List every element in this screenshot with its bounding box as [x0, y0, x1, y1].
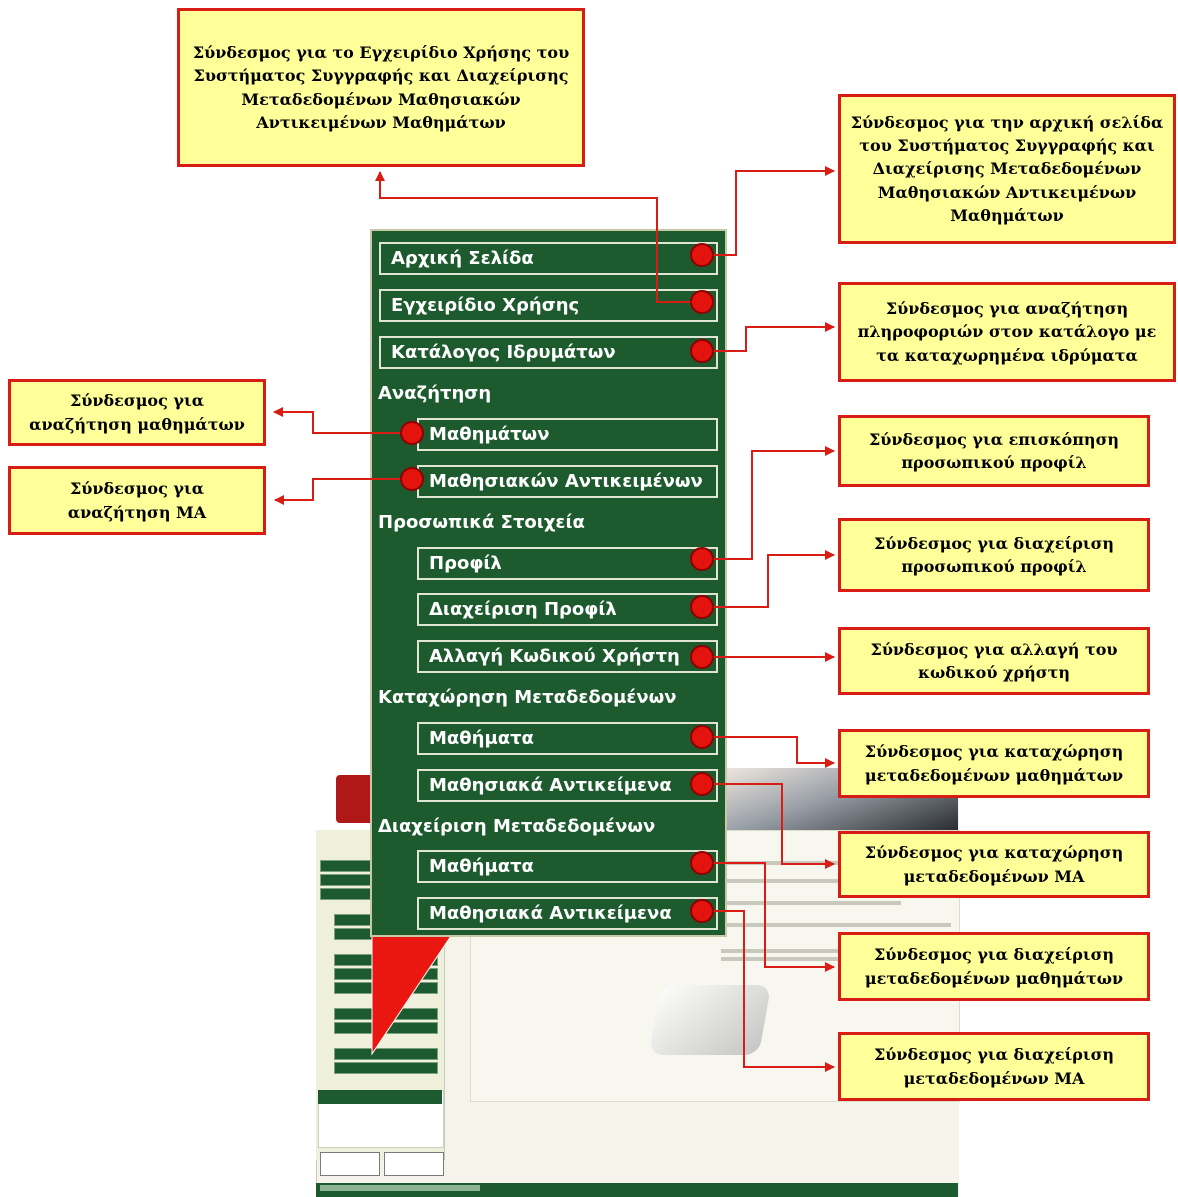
- marker-dot-register-courses: [690, 725, 714, 749]
- callout-catalog: Σύνδεσμος για αναζήτηση πληροφοριών στον…: [838, 282, 1176, 382]
- callout-register-courses: Σύνδεσμος για καταχώρηση μεταδεδομένων μ…: [838, 729, 1150, 798]
- marker-dot-home: [690, 243, 714, 267]
- marker-dot-profile: [690, 547, 714, 571]
- callout-profile: Σύνδεσμος για επισκόπηση προσωπικού προφ…: [838, 415, 1150, 487]
- marker-dot-profile-manage: [690, 595, 714, 619]
- marker-dot-manage-courses: [690, 851, 714, 875]
- callout-manual: Σύνδεσμος για το Εγχειρίδιο Χρήσης του Σ…: [177, 8, 585, 167]
- marker-dot-search-courses: [400, 421, 424, 445]
- callout-search-courses: Σύνδεσμος για αναζήτηση μαθημάτων: [8, 379, 266, 446]
- callout-register-objects: Σύνδεσμος για καταχώρηση μεταδεδομένων Μ…: [838, 831, 1150, 898]
- callout-home: Σύνδεσμος για την αρχική σελίδα του Συστ…: [838, 94, 1176, 244]
- callout-password-change: Σύνδεσμος για αλλαγή του κωδικού χρήστη: [838, 627, 1150, 695]
- callout-search-objects: Σύνδεσμος για αναζήτηση ΜΑ: [8, 466, 266, 535]
- callout-manage-courses: Σύνδεσμος για διαχείριση μεταδεδομένων μ…: [838, 932, 1150, 1001]
- callout-manage-objects: Σύνδεσμος για διαχείριση μεταδεδομένων Μ…: [838, 1032, 1150, 1101]
- marker-dot-password-change: [690, 645, 714, 669]
- marker-dot-manual: [690, 290, 714, 314]
- callout-profile-manage: Σύνδεσμος για διαχείριση προσωπικού προφ…: [838, 518, 1150, 592]
- marker-dot-manage-objects: [690, 899, 714, 923]
- marker-dot-search-objects: [400, 467, 424, 491]
- marker-dot-catalog: [690, 339, 714, 363]
- marker-dot-register-objects: [690, 772, 714, 796]
